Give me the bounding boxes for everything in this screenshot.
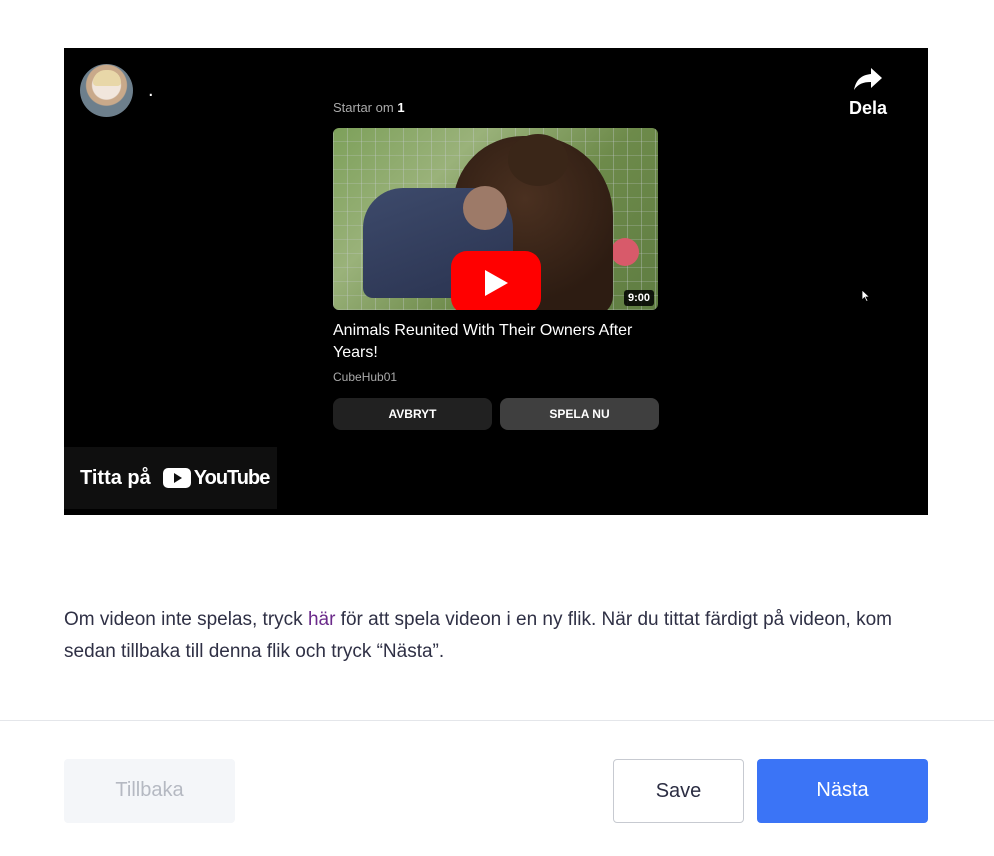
- video-title[interactable]: Animals Reunited With Their Owners After…: [333, 320, 658, 364]
- up-next-count: 1: [397, 100, 405, 115]
- video-channel: CubeHub01: [333, 370, 398, 384]
- video-duration: 9:00: [623, 290, 654, 306]
- play-icon: [485, 269, 508, 296]
- watch-on-label: Titta på: [80, 466, 151, 489]
- open-video-link[interactable]: här: [308, 609, 335, 630]
- channel-avatar[interactable]: [80, 64, 133, 117]
- instructions-text: Om videon inte spelas, tryck här för att…: [64, 604, 914, 668]
- share-label: Dela: [848, 98, 888, 118]
- share-button[interactable]: Dela: [832, 66, 904, 119]
- save-button[interactable]: Save: [613, 759, 744, 823]
- instructions-before-link: Om videon inte spelas, tryck: [64, 609, 308, 630]
- footer-divider: [0, 720, 994, 721]
- up-next-countdown: Startar om 1: [333, 100, 405, 115]
- cursor-icon: [861, 289, 871, 303]
- up-next-prefix: Startar om: [333, 100, 394, 115]
- channel-name[interactable]: .: [148, 80, 154, 100]
- play-now-button[interactable]: SPELA NU: [500, 398, 659, 430]
- cancel-autoplay-button[interactable]: AVBRYT: [333, 398, 492, 430]
- watch-on-youtube-link[interactable]: Titta på YouTube: [64, 447, 277, 509]
- share-icon: [854, 68, 882, 90]
- youtube-wordmark: YouTube: [193, 466, 271, 489]
- youtube-logo-icon: YouTube: [162, 466, 271, 490]
- play-button[interactable]: [451, 251, 541, 310]
- next-button[interactable]: Nästa: [757, 759, 928, 823]
- video-thumbnail[interactable]: 9:00: [333, 128, 658, 310]
- video-player[interactable]: . Dela Startar om 1 9:00 Animals Reunite…: [64, 48, 928, 515]
- back-button[interactable]: Tillbaka: [64, 759, 235, 823]
